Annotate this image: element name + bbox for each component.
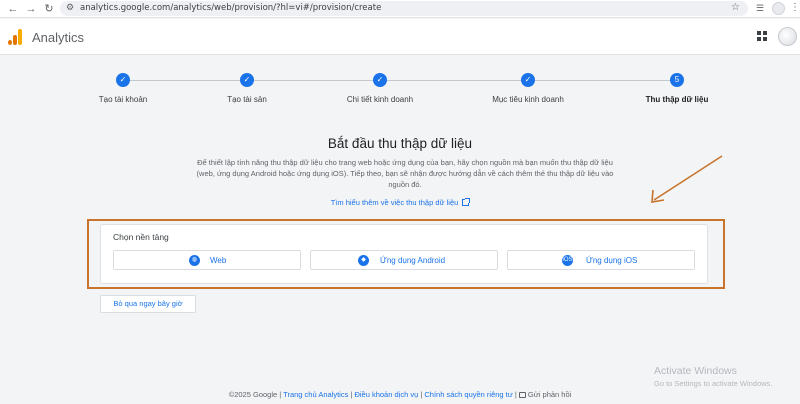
android-icon: ◆ [358, 255, 369, 266]
platform-card-title: Chọn nền tảng [113, 232, 169, 242]
back-icon[interactable]: ← [6, 2, 20, 16]
web-platform-button[interactable]: ◍ Web [113, 250, 301, 270]
bookmark-star-icon[interactable]: ☆ [731, 2, 740, 13]
extensions-icon[interactable]: ☰ [756, 3, 764, 14]
check-icon: ✓ [116, 73, 130, 87]
platform-label: Web [210, 256, 227, 265]
annotation-arrow [651, 155, 723, 203]
platform-label: Ứng dụng iOS [586, 256, 638, 265]
windows-activation-watermark: Activate Windows Go to Settings to activ… [654, 365, 772, 388]
browser-toolbar: ← → ↻ ⚙ analytics.google.com/analytics/w… [0, 0, 800, 18]
skip-button[interactable]: Bỏ qua ngay bây giờ [100, 295, 196, 313]
platform-label: Ứng dụng Android [380, 256, 446, 265]
android-platform-button[interactable]: ◆ Ứng dụng Android [310, 250, 498, 270]
step-label: Tạo tài sản [227, 95, 267, 104]
step-label: Chi tiết kinh doanh [346, 95, 414, 104]
check-icon: ✓ [521, 73, 535, 87]
step-data-collection: 5 Thu thập dữ liệu [617, 73, 737, 104]
page-title: Bắt đầu thu thập dữ liệu [327, 136, 473, 151]
feedback-icon[interactable] [518, 392, 526, 398]
ios-icon: iOS [562, 255, 573, 266]
footer: ©2025 Google | Trang chủ Analytics | Điề… [228, 390, 572, 399]
app-header: Analytics [0, 19, 800, 55]
analytics-logo-icon [8, 29, 22, 45]
check-icon: ✓ [373, 73, 387, 87]
ios-platform-button[interactable]: iOS Ứng dụng iOS [507, 250, 695, 270]
footer-copyright: ©2025 Google [228, 390, 278, 399]
footer-feedback-link[interactable]: Gửi phản hồi [528, 390, 571, 399]
learn-more-link[interactable]: Tìm hiểu thêm về việc thu thập dữ liệu [331, 198, 459, 207]
apps-grid-icon[interactable] [757, 31, 767, 41]
step-create-property: ✓ Tạo tài sản [187, 73, 307, 104]
browser-menu-icon[interactable]: ⋮ [790, 2, 800, 13]
watermark-title: Activate Windows [654, 365, 737, 377]
address-bar[interactable]: ⚙ analytics.google.com/analytics/web/pro… [60, 1, 748, 16]
check-icon: ✓ [240, 73, 254, 87]
browser-profile-icon[interactable] [772, 2, 785, 15]
step-number: 5 [670, 73, 684, 87]
platform-card: Chọn nền tảng ◍ Web ◆ Ứng dụng Android i… [100, 224, 708, 284]
page-description: Để thiết lập tính năng thu thập dữ liệu … [196, 158, 614, 189]
site-info-icon[interactable]: ⚙ [66, 2, 74, 13]
step-label: Mục tiêu kinh doanh [492, 95, 564, 104]
app-title: Analytics [32, 30, 85, 45]
step-label: Tạo tài khoản [98, 95, 148, 104]
step-create-account: ✓ Tạo tài khoản [63, 73, 183, 104]
step-business-objectives: ✓ Mục tiêu kinh doanh [468, 73, 588, 104]
footer-terms-link[interactable]: Điều khoản dịch vụ [354, 390, 418, 399]
account-avatar[interactable] [778, 27, 797, 46]
step-label: Thu thập dữ liệu [645, 95, 709, 104]
url-text[interactable]: analytics.google.com/analytics/web/provi… [80, 3, 381, 13]
watermark-subtitle: Go to Settings to activate Windows. [654, 379, 773, 388]
forward-icon[interactable]: → [24, 2, 38, 16]
footer-home-link[interactable]: Trang chủ Analytics [283, 390, 348, 399]
setup-stepper: ✓ Tạo tài khoản ✓ Tạo tài sản ✓ Chi tiết… [70, 73, 730, 113]
globe-icon: ◍ [189, 255, 200, 266]
footer-privacy-link[interactable]: Chính sách quyền riêng tư [424, 390, 512, 399]
external-link-icon[interactable] [462, 198, 471, 206]
step-business-details: ✓ Chi tiết kinh doanh [320, 73, 440, 104]
reload-icon[interactable]: ↻ [42, 2, 56, 16]
